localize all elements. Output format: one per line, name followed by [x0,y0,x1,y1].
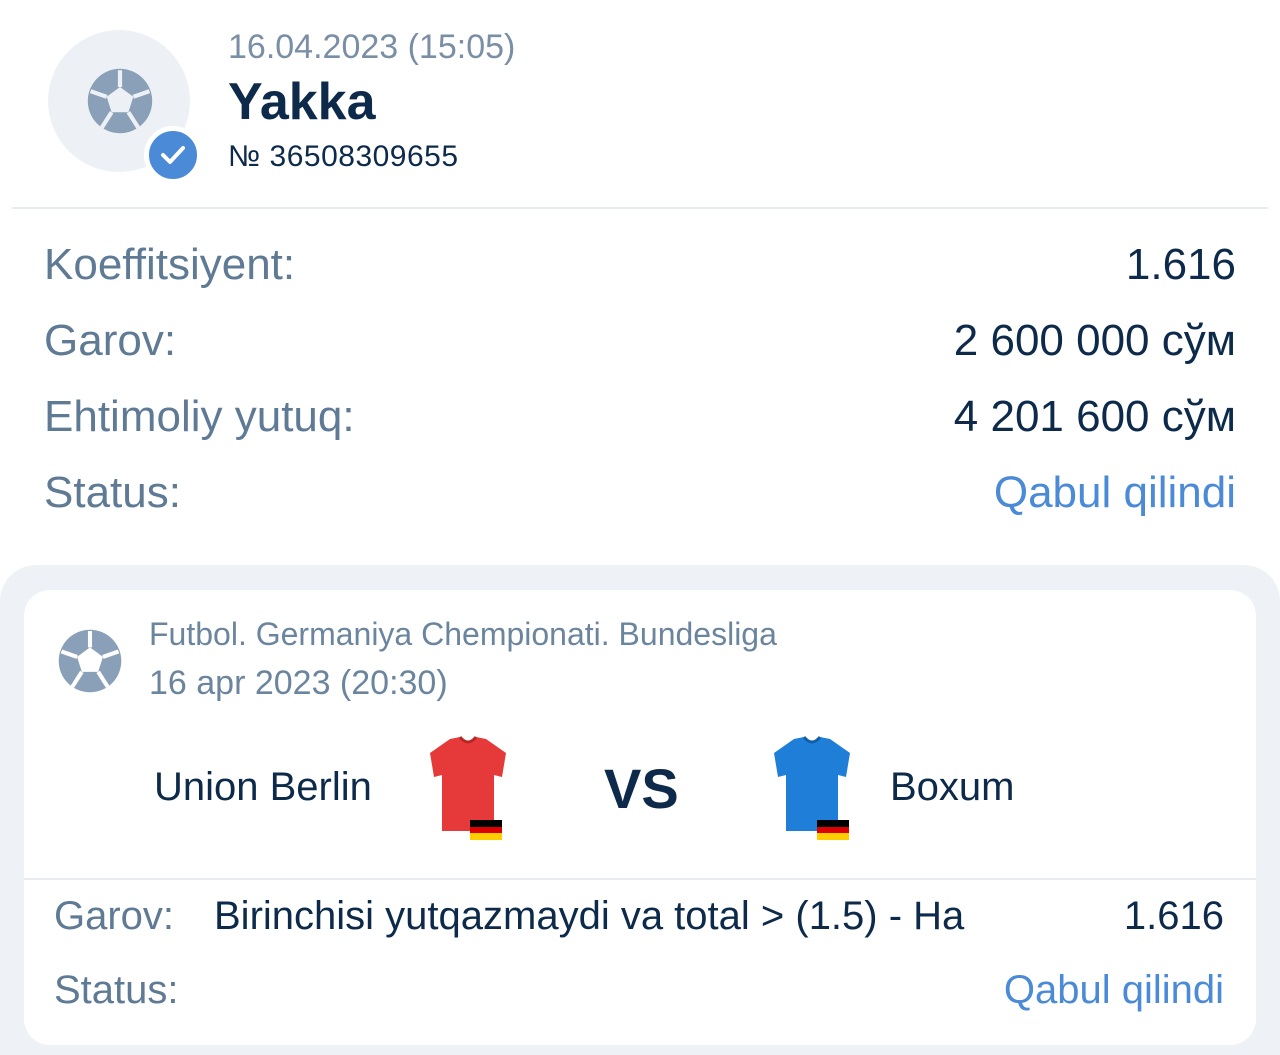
bet-header: 16.04.2023 (15:05) Yakka № 36508309655 [0,0,1280,210]
bet-type-title: Yakka [228,73,376,131]
bet-number: № 36508309655 [228,140,459,173]
home-team-name: Union Berlin [154,765,372,809]
stake-value: 2 600 000 сўм [953,316,1236,365]
event-status-label: Status: [54,968,179,1012]
germany-flag-icon [470,820,502,840]
status-value: Qabul qilindi [993,468,1236,517]
summary-row-potential-win: Ehtimoliy yutuq: 4 201 600 сўм [0,392,1280,452]
status-label: Status: [44,468,181,517]
bet-date: 16.04.2023 (15:05) [228,28,516,66]
summary-row-odds: Koeffitsiyent: 1.616 [0,240,1280,300]
bet-odds: 1.616 [1123,894,1224,938]
verified-badge [144,126,202,184]
bet-label: Garov: [54,894,175,938]
check-icon [161,146,185,164]
league-name: Futbol. Germaniya Chempionati. Bundeslig… [149,616,777,652]
summary-row-status: Status: Qabul qilindi [0,468,1280,528]
soccer-ball-icon [87,68,153,134]
stake-label: Garov: [44,316,177,365]
bet-description: Birinchisi yutqazmaydi va total > (1.5) … [214,894,965,938]
event-status-value: Qabul qilindi [1003,968,1224,1012]
header-divider [12,207,1268,209]
potential-win-label: Ehtimoliy yutuq: [44,392,355,441]
potential-win-value: 4 201 600 сўм [953,392,1236,441]
versus-label: VS [604,757,679,820]
card-divider [24,878,1256,880]
event-date: 16 apr 2023 (20:30) [149,664,448,702]
odds-label: Koeffitsiyent: [44,240,296,289]
summary-row-stake: Garov: 2 600 000 сўм [0,316,1280,376]
soccer-ball-icon [58,629,122,693]
away-team-name: Boxum [890,765,1015,809]
odds-value: 1.616 [1125,240,1236,289]
germany-flag-icon [817,820,849,840]
